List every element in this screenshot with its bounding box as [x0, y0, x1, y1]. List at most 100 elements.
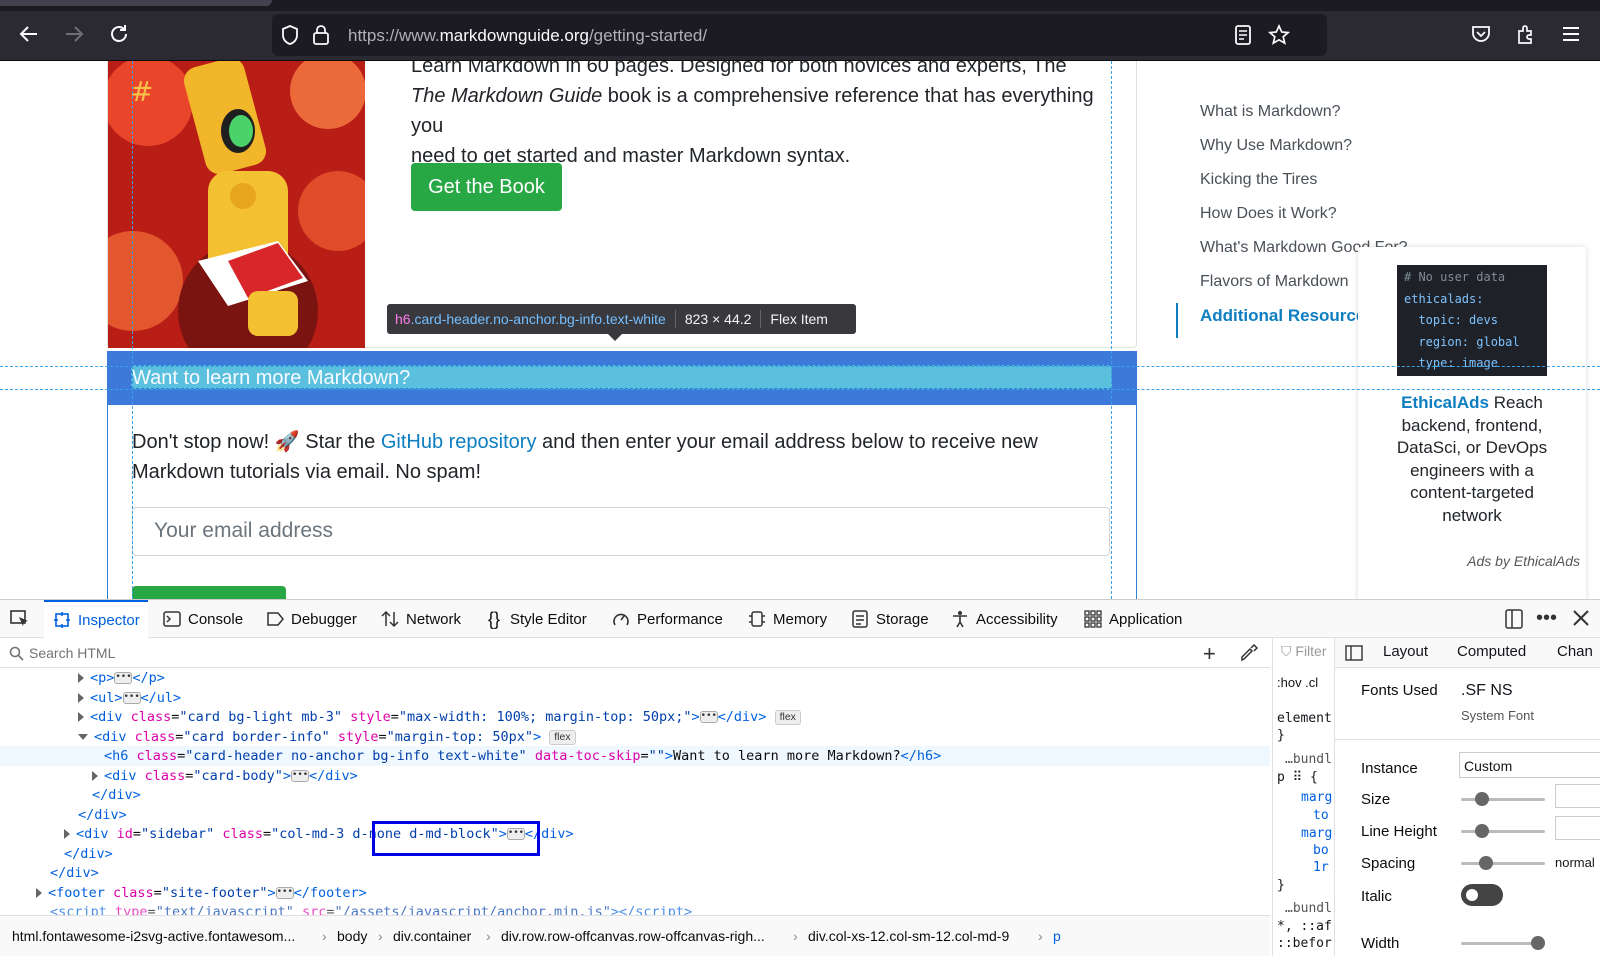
console-icon: [162, 609, 182, 629]
tab-accessibility[interactable]: Accessibility: [950, 600, 1058, 638]
github-repository-link[interactable]: GitHub repository: [381, 431, 537, 453]
toc-item-flavors[interactable]: Flavors of Markdown: [1200, 273, 1349, 291]
html-node[interactable]: <p>•••</p>: [78, 668, 165, 688]
tab-inspector[interactable]: Inspector: [44, 600, 148, 638]
italic-toggle[interactable]: [1461, 884, 1503, 906]
html-node[interactable]: <div class="card-body">•••</div>: [92, 766, 358, 786]
spacing-value: normal: [1555, 855, 1595, 870]
add-node-icon[interactable]: +: [1203, 641, 1216, 667]
shield-icon[interactable]: [280, 24, 300, 51]
breadcrumb-item[interactable]: div.container: [393, 928, 471, 944]
breadcrumb-item[interactable]: p: [1053, 928, 1061, 944]
more-options-icon[interactable]: •••: [1536, 607, 1557, 630]
line-height-input[interactable]: [1555, 816, 1600, 840]
url-text[interactable]: https://www.markdownguide.org/getting-st…: [348, 26, 707, 46]
spacing-slider[interactable]: [1461, 856, 1545, 870]
html-node[interactable]: <script type="text/javascript" src="/ass…: [50, 902, 692, 915]
email-field[interactable]: Your email address: [132, 507, 1110, 556]
tab-changes[interactable]: Chan: [1557, 643, 1593, 660]
ad-text[interactable]: EthicalAds Reach backend, frontend, Data…: [1380, 392, 1564, 527]
back-icon[interactable]: [17, 22, 41, 46]
toc-item-why-use-markdown[interactable]: Why Use Markdown?: [1200, 137, 1352, 155]
forward-icon[interactable]: [62, 22, 86, 46]
book-text-line: The Markdown Guide book is a comprehensi…: [411, 85, 1094, 137]
tab-memory[interactable]: Memory: [747, 600, 827, 638]
extensions-icon[interactable]: [1514, 22, 1538, 46]
size-slider[interactable]: [1461, 792, 1545, 806]
html-tree: <p>•••</p> <ul>•••</ul> <div class="card…: [0, 668, 1270, 915]
instance-select[interactable]: Custom: [1459, 752, 1600, 778]
toc-item-what-is-markdown[interactable]: What is Markdown?: [1200, 103, 1341, 121]
tab-storage[interactable]: Storage: [850, 600, 929, 638]
menu-icon[interactable]: [1559, 22, 1583, 46]
web-page: # Learn Markdown in 60 pages. Designed f…: [0, 61, 1600, 599]
breadcrumb: html.fontawesome-i2svg-active.fontawesom…: [0, 915, 1270, 956]
breadcrumb-item[interactable]: div.row.row-offcanvas.row-offcanvas-righ…: [501, 928, 765, 944]
ad-brand[interactable]: EthicalAds: [1401, 393, 1489, 412]
toggle-sidebar-icon[interactable]: [1345, 645, 1363, 665]
tab-network[interactable]: Network: [380, 600, 461, 638]
pocket-icon[interactable]: [1469, 22, 1493, 46]
tab-debugger[interactable]: Debugger: [265, 600, 357, 638]
tab-console[interactable]: Console: [162, 600, 243, 638]
rule-source-link[interactable]: …bundl: [1285, 752, 1332, 767]
html-node[interactable]: </div>: [50, 863, 99, 883]
html-node[interactable]: </div>: [64, 844, 113, 864]
newsletter-text: Don't stop now! 🚀 Star the GitHub reposi…: [132, 427, 1082, 487]
rule-line: bo: [1313, 843, 1329, 858]
filter-styles-input[interactable]: ⛉ Filter: [1281, 643, 1327, 660]
html-node[interactable]: </div>: [78, 805, 127, 825]
line-height-label: Line Height: [1361, 823, 1437, 840]
width-label: Width: [1361, 935, 1400, 952]
pick-element-icon[interactable]: [10, 610, 30, 633]
tab-style-editor[interactable]: {} Style Editor: [484, 600, 587, 638]
toc-item-additional-resources[interactable]: Additional Resources: [1200, 306, 1375, 326]
browser-toolbar: https://www.markdownguide.org/getting-st…: [0, 0, 1600, 61]
html-node[interactable]: <div class="card border-info" style="mar…: [78, 727, 576, 747]
rule-line: element: [1277, 711, 1332, 726]
breadcrumb-item[interactable]: html.fontawesome-i2svg-active.fontawesom…: [12, 928, 295, 944]
lock-icon[interactable]: [312, 24, 330, 51]
book-cover-image[interactable]: #: [108, 61, 365, 348]
braces-icon: {}: [487, 608, 501, 629]
debugger-icon: [265, 609, 285, 629]
line-height-slider[interactable]: [1461, 824, 1545, 838]
url-bar[interactable]: https://www.markdownguide.org/getting-st…: [272, 14, 1327, 56]
active-tab[interactable]: [0, 0, 272, 6]
toc-item-kicking-the-tires[interactable]: Kicking the Tires: [1200, 171, 1317, 189]
html-node[interactable]: <div class="card bg-light mb-3" style="m…: [78, 707, 801, 727]
tab-performance[interactable]: Performance: [611, 600, 723, 638]
dock-side-icon[interactable]: [1505, 609, 1523, 634]
search-html-input[interactable]: Search HTML: [29, 645, 115, 661]
subscribe-button[interactable]: [132, 586, 286, 599]
html-node[interactable]: <footer class="site-footer">•••</footer>: [36, 883, 367, 903]
breadcrumb-item[interactable]: div.col-xs-12.col-sm-12.col-md-9: [808, 928, 1009, 944]
close-devtools-icon[interactable]: [1572, 609, 1590, 632]
rule-source-link[interactable]: …bundl: [1285, 901, 1332, 916]
html-node-selected[interactable]: <h6 class="card-header no-anchor bg-info…: [0, 746, 1270, 766]
width-slider[interactable]: [1461, 936, 1545, 950]
reload-icon[interactable]: [107, 22, 131, 46]
tab-application[interactable]: Application: [1083, 600, 1182, 638]
ads-by-link[interactable]: Ads by EthicalAds: [1430, 553, 1580, 569]
tab-layout[interactable]: Layout: [1383, 643, 1428, 660]
tab-computed[interactable]: Computed: [1457, 643, 1526, 660]
toc-item-how-does-it-work[interactable]: How Does it Work?: [1200, 205, 1337, 223]
html-node[interactable]: </div>: [92, 785, 141, 805]
font-source: System Font: [1461, 708, 1534, 723]
pseudo-class-toggle[interactable]: :hov .cl: [1277, 675, 1318, 690]
html-search-row: Search HTML +: [0, 638, 1270, 668]
ad-code-line: region: global: [1404, 334, 1520, 349]
ad-code-image[interactable]: # No user data ethicalads: topic: devs r…: [1397, 265, 1547, 376]
get-the-book-button[interactable]: Get the Book: [411, 163, 562, 211]
size-input[interactable]: [1555, 784, 1600, 808]
breadcrumb-item[interactable]: body: [337, 928, 367, 944]
devtools-panel: Inspector Console Debugger Network {} Sty…: [0, 599, 1600, 956]
html-node[interactable]: <ul>•••</ul>: [78, 688, 181, 708]
eyedropper-icon[interactable]: [1240, 643, 1259, 667]
reader-view-icon[interactable]: [1234, 25, 1252, 50]
inspector-icon: [52, 610, 72, 630]
tooltip-size: 823 × 44.2: [684, 311, 752, 327]
bookmark-star-icon[interactable]: [1267, 23, 1291, 51]
book-text-line: Learn Markdown in 60 pages. Designed for…: [411, 61, 1067, 77]
